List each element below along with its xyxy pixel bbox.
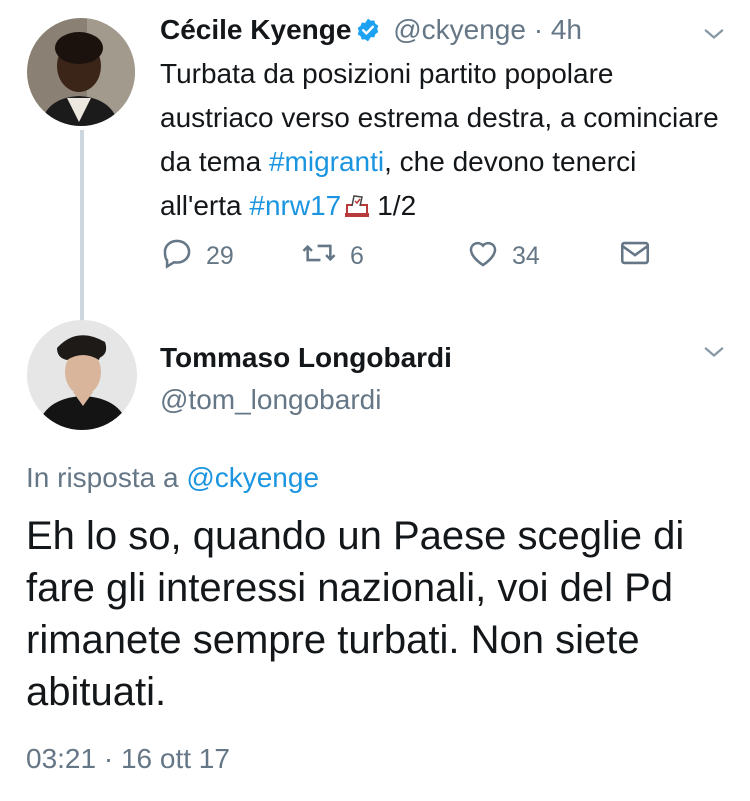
tweet1-text: Turbata da posizioni partito popolare au… xyxy=(160,52,720,232)
retweet-icon xyxy=(300,236,350,277)
author-name[interactable]: Cécile Kyenge xyxy=(160,14,351,45)
thread-connector-line xyxy=(80,130,84,322)
author-handle[interactable]: @ckyenge xyxy=(393,14,526,45)
retweet-count: 6 xyxy=(350,242,364,270)
tweet2-text: Eh lo so, quando un Paese sceglie di far… xyxy=(26,514,685,714)
reply-prefix: In risposta a xyxy=(26,462,179,493)
separator-dot: · xyxy=(533,14,544,45)
reply-context: In risposta a @ckyenge xyxy=(26,460,319,496)
ballot-box-emoji xyxy=(343,188,371,232)
mention-link[interactable]: @ckyenge xyxy=(186,462,319,493)
chevron-down-icon[interactable] xyxy=(700,20,728,48)
direct-message-button[interactable] xyxy=(618,236,664,277)
like-count: 34 xyxy=(512,242,540,270)
tweet-time[interactable]: 4h xyxy=(551,14,582,45)
reply-button[interactable]: 29 xyxy=(160,236,234,277)
chevron-down-icon[interactable] xyxy=(700,338,728,366)
hashtag-link[interactable]: #nrw17 xyxy=(249,190,341,221)
avatar-ckyenge[interactable] xyxy=(27,18,135,126)
reply-icon xyxy=(160,236,206,277)
tweet-timestamp: 03:21 · 16 ott 17 xyxy=(26,743,230,774)
verified-icon xyxy=(355,16,381,52)
retweet-button[interactable]: 6 xyxy=(300,236,364,277)
tweet1-header: Cécile Kyenge @ckyenge · 4h xyxy=(160,12,582,52)
like-button[interactable]: 34 xyxy=(466,236,540,277)
author-name[interactable]: Tommaso Longobardi xyxy=(160,340,452,376)
thread-count: 1/2 xyxy=(377,190,417,221)
direct-message-icon xyxy=(618,236,664,277)
avatar-tom-longobardi[interactable] xyxy=(27,320,137,430)
author-handle[interactable]: @tom_longobardi xyxy=(160,382,381,418)
tweet1-actions: 29 6 34 xyxy=(160,236,660,272)
like-icon xyxy=(466,236,512,277)
reply-count: 29 xyxy=(206,242,234,270)
hashtag-link[interactable]: #migranti xyxy=(269,146,384,177)
